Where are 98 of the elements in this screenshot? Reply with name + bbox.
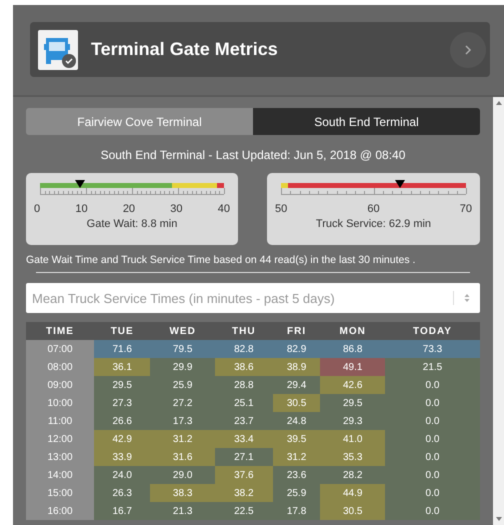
table-cell: 82.9 — [272, 340, 320, 358]
table-cell: 17.8 — [272, 502, 320, 520]
table-cell: 27.1 — [214, 448, 273, 466]
table-cell: 73.3 — [385, 340, 480, 358]
table-cell: 86.8 — [320, 340, 385, 358]
table-cell: 0.0 — [385, 466, 480, 484]
column-header: MON — [320, 322, 385, 340]
sort-caret-icon — [464, 293, 470, 303]
table-cell: 0.0 — [385, 376, 480, 394]
time-cell: 14:00 — [26, 466, 94, 484]
time-cell: 08:00 — [26, 358, 94, 376]
table-cell: 27.3 — [94, 394, 150, 412]
table-cell: 41.0 — [320, 430, 385, 448]
tick-label: 50 — [275, 203, 288, 215]
table-cell: 37.6 — [214, 466, 273, 484]
tick-label: 10 — [75, 203, 88, 215]
table-cell: 39.5 — [272, 430, 320, 448]
table-cell: 17.3 — [150, 412, 215, 430]
table-cell: 71.6 — [94, 340, 150, 358]
table-cell: 38.9 — [272, 358, 320, 376]
table-cell: 38.6 — [214, 358, 273, 376]
terminal-tab[interactable]: Fairview Cove Terminal — [26, 108, 253, 135]
table-cell: 22.5 — [214, 502, 273, 520]
table-cell: 0.0 — [385, 448, 480, 466]
table-cell: 25.1 — [214, 394, 273, 412]
table-cell: 29.9 — [150, 358, 215, 376]
table-cell: 35.3 — [320, 448, 385, 466]
table-cell: 31.6 — [150, 448, 215, 466]
table-cell: 26.6 — [94, 412, 150, 430]
table-cell: 28.2 — [320, 466, 385, 484]
table-cell: 49.1 — [320, 358, 385, 376]
table-cell: 38.2 — [214, 484, 273, 502]
table-cell: 79.5 — [150, 340, 215, 358]
tick-label: 0 — [34, 203, 40, 215]
table-cell: 29.4 — [272, 376, 320, 394]
table-cell: 42.6 — [320, 376, 385, 394]
table-cell: 0.0 — [385, 484, 480, 502]
table-cell: 28.8 — [214, 376, 273, 394]
tick-label: 40 — [218, 203, 230, 215]
terminal-tab[interactable]: South End Terminal — [253, 108, 480, 135]
table-cell: 31.2 — [150, 430, 215, 448]
time-cell: 11:00 — [26, 412, 94, 430]
scrollbar[interactable] — [493, 97, 504, 525]
column-header: TODAY — [385, 322, 480, 340]
last-updated-text: South End Terminal - Last Updated: Jun 5, 2018 @ 08:40 — [100, 148, 406, 162]
table-cell: 36.1 — [94, 358, 150, 376]
tick-label: 20 — [122, 203, 136, 215]
table-cell: 24.8 — [272, 412, 320, 430]
table-cell: 16.7 — [94, 502, 150, 520]
table-cell: 25.9 — [272, 484, 320, 502]
tick-label: 70 — [460, 203, 472, 215]
column-header: FRI — [272, 322, 320, 340]
table-cell: 21.5 — [385, 358, 480, 376]
table-cell: 26.3 — [94, 484, 150, 502]
table-cell: 23.7 — [214, 412, 273, 430]
table-cell: 42.9 — [94, 430, 150, 448]
table-cell: 25.9 — [150, 376, 215, 394]
table-cell: 0.0 — [385, 394, 480, 412]
scroll-up-icon[interactable] — [494, 100, 502, 106]
gauge-caption: Truck Service: 62.9 min — [314, 218, 432, 230]
table-cell: 21.3 — [150, 502, 215, 520]
table-cell: 27.2 — [150, 394, 215, 412]
table-cell: 33.4 — [214, 430, 273, 448]
table-cell: 38.3 — [150, 484, 215, 502]
table-cell: 29.5 — [94, 376, 150, 394]
table-cell: 31.2 — [272, 448, 320, 466]
truck-icon — [38, 30, 78, 70]
time-cell: 15:00 — [26, 484, 94, 502]
time-cell: 09:00 — [26, 376, 94, 394]
time-cell: 07:00 — [26, 340, 94, 358]
table-cell: 29.5 — [320, 394, 385, 412]
table-cell: 29.3 — [320, 412, 385, 430]
table-cell: 0.0 — [385, 412, 480, 430]
table-cell: 24.0 — [94, 466, 150, 484]
table-cell: 0.0 — [385, 502, 480, 520]
chart-select[interactable]: Mean Truck Service Times (in minutes - past 5 days) — [26, 283, 480, 313]
app-title: Terminal Gate Metrics — [91, 39, 279, 60]
column-header: THU — [214, 322, 273, 340]
table-cell: 44.9 — [320, 484, 385, 502]
scroll-down-icon[interactable] — [494, 516, 502, 522]
table-cell: 82.8 — [214, 340, 273, 358]
tick-label: 60 — [367, 203, 380, 215]
table-cell: 29.0 — [150, 466, 215, 484]
time-cell: 13:00 — [26, 448, 94, 466]
tick-label: 30 — [170, 203, 183, 215]
column-header: TUE — [94, 322, 150, 340]
table-cell: 23.6 — [272, 466, 320, 484]
table-cell: 0.0 — [385, 430, 480, 448]
table-cell: 30.5 — [320, 502, 385, 520]
column-header: TIME — [26, 322, 94, 340]
time-cell: 10:00 — [26, 394, 94, 412]
time-cell: 16:00 — [26, 502, 94, 520]
gauge-caption: Gate Wait: 8.8 min — [86, 218, 178, 230]
info-text: Gate Wait Time and Truck Service Time based on 44 read(s) in the last 30 minutes . — [26, 254, 416, 266]
table-cell: 30.5 — [272, 394, 320, 412]
table-cell: 33.9 — [94, 448, 150, 466]
column-header: WED — [150, 322, 215, 340]
time-cell: 12:00 — [26, 430, 94, 448]
